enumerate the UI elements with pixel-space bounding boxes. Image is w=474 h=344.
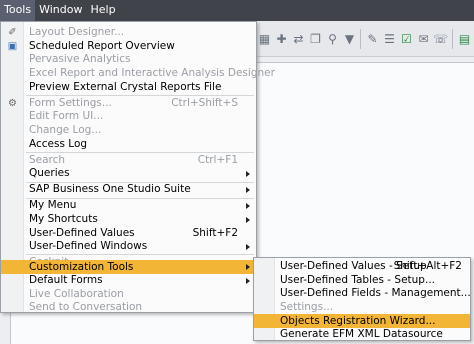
menu-item-queries[interactable]: Queries — [1, 167, 256, 181]
pencil-icon[interactable]: ✎ — [364, 31, 381, 47]
menu-item-label: Send to Conversation — [29, 301, 143, 314]
menu-item-label: Customization Tools — [29, 260, 134, 273]
menu-item-shortcut: Ctrl+Shift+S — [171, 96, 238, 109]
menu-item-label: Change Log... — [29, 124, 102, 137]
submenu-arrow-icon — [246, 170, 250, 177]
menu-item-label: User-Defined Tables - Setup... — [280, 273, 435, 286]
approve-icon[interactable]: ☑ — [398, 31, 415, 47]
filter-icon[interactable]: ▼ — [341, 31, 358, 47]
menu-item-label: Search — [29, 153, 66, 166]
submenu-arrow-icon — [246, 264, 250, 271]
menu-item-label: Settings... — [280, 301, 334, 314]
menu-item-shortcut: Shift+F2 — [192, 226, 238, 239]
menu-item-label: Access Log — [29, 137, 88, 150]
menu-item-my-shortcuts[interactable]: My Shortcuts — [1, 213, 256, 227]
layout-icon: ✐ — [8, 27, 17, 39]
menu-item-label: Queries — [29, 167, 70, 180]
menu-tools[interactable]: Tools — [0, 0, 36, 21]
menu-item-generate-efm-xml[interactable]: Generate EFM XML Datasource — [254, 328, 470, 342]
submenu-arrow-icon — [246, 277, 250, 284]
menu-item-my-menu[interactable]: My Menu — [1, 199, 256, 213]
menu-item-excel-report-designer[interactable]: Excel Report and Interactive Analysis De… — [1, 67, 275, 81]
menu-item-label: User-Defined Values — [29, 226, 135, 239]
menu-item-shortcut: Shift+Alt+F2 — [393, 260, 462, 273]
menu-item-udf-management[interactable]: User-Defined Fields - Management... — [254, 287, 471, 301]
menu-item-label: User-Defined Windows — [29, 240, 148, 253]
grid-icon[interactable]: ▦ — [256, 31, 273, 47]
menu-item-label: My Shortcuts — [29, 213, 98, 226]
move-icon[interactable]: ⇄ — [290, 31, 307, 47]
menu-item-label: Live Collaboration — [29, 287, 124, 300]
menu-item-label: Preview External Crystal Reports File — [29, 80, 222, 93]
menu-item-label: Excel Report and Interactive Analysis De… — [29, 67, 275, 80]
calculator-icon[interactable]: ▤ — [456, 31, 473, 47]
menu-item-live-collaboration[interactable]: Live Collaboration — [1, 287, 256, 301]
menu-item-label: Default Forms — [29, 274, 103, 287]
menu-item-label: Scheduled Report Overview — [29, 39, 175, 52]
menu-item-scheduled-report-overview[interactable]: ▣ Scheduled Report Overview — [1, 40, 256, 54]
menu-item-studio-suite[interactable]: SAP Business One Studio Suite — [1, 183, 256, 197]
menu-item-label: User-Defined Fields - Management... — [280, 287, 471, 300]
menu-item-edit-form-ui[interactable]: Edit Form UI... — [1, 110, 256, 124]
menu-item-label: My Menu — [29, 199, 77, 212]
menu-item-user-defined-values[interactable]: User-Defined Values Shift+F2 — [1, 226, 256, 240]
comment-icon[interactable]: ✉ — [415, 31, 432, 47]
toolbar-separator — [452, 29, 453, 49]
submenu-arrow-icon — [246, 202, 250, 209]
menu-item-preview-crystal-reports[interactable]: Preview External Crystal Reports File — [1, 80, 256, 94]
menu-item-shortcut: Ctrl+F1 — [197, 153, 238, 166]
menu-help[interactable]: Help — [86, 0, 119, 21]
menu-item-label: Layout Designer... — [29, 26, 125, 39]
menu-item-change-log[interactable]: Change Log... — [1, 124, 256, 138]
customization-tools-submenu: User-Defined Values - Setup Shift+Alt+F2… — [253, 257, 471, 341]
submenu-arrow-icon — [246, 243, 250, 250]
form-settings-icon: ⚙ — [8, 97, 17, 109]
menu-item-access-log[interactable]: Access Log — [1, 137, 256, 151]
menu-window[interactable]: Window — [35, 0, 86, 21]
copy-icon[interactable]: ❐ — [307, 31, 324, 47]
add-icon[interactable]: ✚ — [273, 31, 290, 47]
menu-item-form-settings[interactable]: ⚙ Form Settings... Ctrl+Shift+S — [1, 97, 256, 111]
menu-item-layout-designer[interactable]: ✐ Layout Designer... — [1, 26, 256, 40]
submenu-arrow-icon — [246, 186, 250, 193]
menu-item-label: Edit Form UI... — [29, 110, 104, 123]
menu-item-user-defined-windows[interactable]: User-Defined Windows — [1, 240, 256, 254]
tools-menu: ✐ Layout Designer... ▣ Scheduled Report … — [0, 21, 275, 315]
menu-item-default-forms[interactable]: Default Forms — [1, 274, 256, 288]
menu-item-pervasive-analytics[interactable]: Pervasive Analytics — [1, 53, 256, 67]
report-icon: ▣ — [7, 40, 18, 52]
menu-item-customization-tools[interactable]: Customization Tools — [1, 260, 256, 275]
menu-item-label: Form Settings... — [29, 96, 112, 109]
submenu-arrow-icon — [246, 216, 250, 223]
toolbar-separator — [360, 29, 361, 49]
menu-item-udt-setup[interactable]: User-Defined Tables - Setup... — [254, 274, 470, 288]
menu-item-label: Generate EFM XML Datasource — [280, 328, 443, 341]
find-icon[interactable]: ⚲ — [324, 31, 341, 47]
menu-item-label: Pervasive Analytics — [29, 53, 131, 66]
menu-item-search[interactable]: Search Ctrl+F1 — [1, 154, 256, 168]
menu-item-label: Objects Registration Wizard... — [280, 314, 436, 327]
menu-item-settings[interactable]: Settings... — [254, 301, 470, 315]
menu-bar: Tools Window Help — [0, 0, 474, 21]
chat-icon[interactable]: ☏ — [432, 31, 449, 47]
menu-item-objects-registration-wizard[interactable]: Objects Registration Wizard... — [254, 314, 470, 328]
checklist-icon[interactable]: ☰ — [381, 31, 398, 47]
menu-item-udv-setup[interactable]: User-Defined Values - Setup Shift+Alt+F2 — [254, 260, 470, 274]
menu-item-label: SAP Business One Studio Suite — [29, 183, 191, 196]
menu-item-send-to-conversation[interactable]: Send to Conversation — [1, 301, 256, 315]
